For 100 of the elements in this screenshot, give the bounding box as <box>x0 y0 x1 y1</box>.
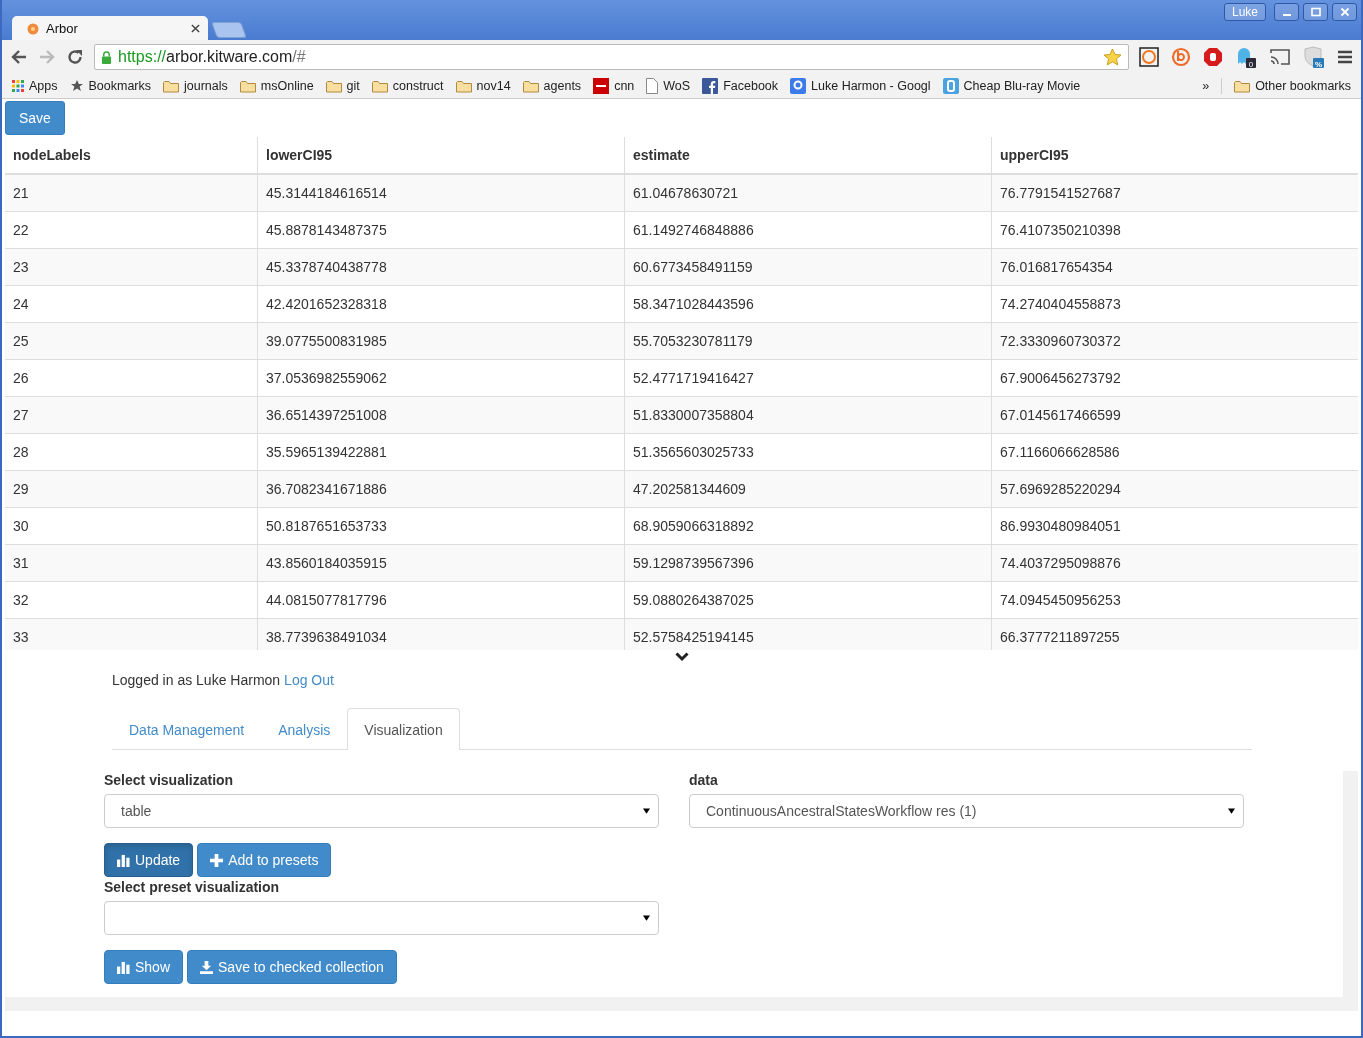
tab[interactable]: Visualization <box>347 708 460 750</box>
bookmark[interactable]: git <box>325 79 360 93</box>
table-cell: 72.3330960730372 <box>1000 333 1121 349</box>
table-cell: 67.1166066628586 <box>1000 444 1120 460</box>
star-icon <box>69 79 84 93</box>
field-label: Select preset visualization <box>104 879 280 895</box>
bookmark[interactable]: journals <box>163 79 228 93</box>
table-cell: 28 <box>13 444 29 460</box>
folder-icon <box>163 79 180 93</box>
logout-link[interactable]: Log Out <box>284 672 334 688</box>
bookmark[interactable]: cnn <box>593 78 635 94</box>
table-cell: 26 <box>13 370 29 386</box>
stop-hand-icon[interactable] <box>1203 47 1223 67</box>
table-cell: 43.8560184035915 <box>266 555 387 571</box>
table-cell: 74.0945450956253 <box>1000 592 1121 608</box>
table-cell: 25 <box>13 333 29 349</box>
login-status: Logged in as Luke Harmon <box>112 672 281 688</box>
table-cell: 38.7739638491034 <box>266 629 387 645</box>
caret-icon <box>643 915 650 921</box>
table-cell: 35.5965139422881 <box>266 444 387 460</box>
badge-count: 0 <box>1248 59 1254 68</box>
folder-icon <box>371 79 388 93</box>
cast-icon[interactable] <box>1269 48 1291 66</box>
caret-icon <box>1228 808 1235 814</box>
action-button[interactable]: Show <box>104 950 184 984</box>
bookmark[interactable]: construct <box>371 79 444 93</box>
bookmark[interactable]: Other bookmarks <box>1234 79 1351 93</box>
maximize-button[interactable] <box>1303 3 1328 21</box>
table-cell: 58.3471028443596 <box>633 296 754 312</box>
download-icon <box>200 960 214 974</box>
visualization-dropdown[interactable]: table <box>104 794 659 828</box>
close-button[interactable] <box>1332 3 1357 21</box>
table-cell: 47.202581344609 <box>633 481 746 497</box>
table-cell: 67.0145617466599 <box>1000 407 1121 423</box>
table-cell: 74.2740404558873 <box>1000 296 1121 312</box>
close-icon[interactable] <box>191 23 200 33</box>
action-button[interactable]: Update <box>104 843 194 877</box>
bookmark[interactable]: nov14 <box>455 79 511 93</box>
chevron-down-icon[interactable] <box>675 652 689 662</box>
address-bar[interactable]: https://arbor.kitware.com/# <box>94 44 1129 70</box>
bookmark[interactable]: agents <box>522 79 582 93</box>
more-bookmarks-button[interactable]: » <box>1202 79 1210 93</box>
bookmark[interactable]: Cheap Blu-ray Movie <box>942 78 1081 94</box>
star-icon[interactable] <box>1103 47 1122 67</box>
action-button[interactable]: Add to presets <box>197 843 332 877</box>
bookmark[interactable]: WoS <box>646 78 691 94</box>
field-label: Select visualization <box>104 772 234 788</box>
save-button[interactable]: Save <box>5 101 65 135</box>
table-cell: 39.0775500831985 <box>266 333 387 349</box>
table-cell: 45.3144184616514 <box>266 185 387 201</box>
shield-icon[interactable]: % <box>1303 46 1325 68</box>
bookmark[interactable]: Bookmarks <box>69 79 152 93</box>
table-cell: 45.3378740438778 <box>266 259 387 275</box>
table-cell: 51.3565603025733 <box>633 444 754 460</box>
table-cell: 57.6969285220294 <box>1000 481 1121 497</box>
table-cell: 59.1298739567396 <box>633 555 754 571</box>
folder-icon <box>522 79 539 93</box>
table-cell: 76.7791541527687 <box>1000 185 1121 201</box>
caret-icon <box>643 808 650 814</box>
table-cell: 52.4771719416427 <box>633 370 754 386</box>
close-icon <box>1339 7 1350 17</box>
lock-icon <box>101 50 112 64</box>
field-label: data <box>689 772 718 788</box>
table-cell: 59.0880264387025 <box>633 592 754 608</box>
reload-icon[interactable] <box>66 48 84 66</box>
table-cell: 67.9006456273792 <box>1000 370 1121 386</box>
bookmark[interactable]: Facebook <box>702 78 779 94</box>
tab[interactable]: Data Management <box>112 708 262 750</box>
bar-chart-icon <box>117 853 130 867</box>
facebook-icon <box>702 78 719 94</box>
menu-icon[interactable] <box>1337 50 1353 64</box>
data-dropdown[interactable]: ContinuousAncestralStatesWorkflow res (1) <box>689 794 1244 828</box>
table-cell: 44.0815077817796 <box>266 592 387 608</box>
table-cell: 50.8187651653733 <box>266 518 387 534</box>
extension-icon[interactable] <box>1171 47 1191 67</box>
extension-icon[interactable] <box>1139 47 1159 67</box>
tab[interactable]: Analysis <box>261 708 348 750</box>
table-cell: 30 <box>13 518 29 534</box>
bar-chart-icon <box>117 960 130 974</box>
table-cell: 51.8330007358804 <box>633 407 754 423</box>
action-button[interactable]: Save to checked collection <box>187 950 397 984</box>
news-logo-icon <box>593 78 610 94</box>
browser-tab[interactable]: Arbor <box>12 16 208 40</box>
table-cell: 61.04678630721 <box>633 185 739 201</box>
minimize-icon <box>1282 14 1291 16</box>
bookmark[interactable]: Apps <box>12 79 58 93</box>
table-cell: 23 <box>13 259 29 275</box>
minimize-button[interactable] <box>1274 3 1299 21</box>
back-icon[interactable] <box>10 48 28 66</box>
table-cell: 22 <box>13 222 29 238</box>
flower-icon <box>26 21 40 35</box>
folder-icon <box>239 79 256 93</box>
table-cell: 60.6773458491159 <box>633 259 753 275</box>
table-cell: 31 <box>13 555 29 571</box>
table-cell: 74.4037295098876 <box>1000 555 1121 571</box>
table-cell: 32 <box>13 592 29 608</box>
bookmark[interactable]: Luke Harmon - Googl <box>790 78 931 94</box>
bookmark[interactable]: msOnline <box>239 79 314 93</box>
table-cell: 55.7053230781179 <box>633 333 753 349</box>
maximize-icon <box>1310 7 1321 17</box>
